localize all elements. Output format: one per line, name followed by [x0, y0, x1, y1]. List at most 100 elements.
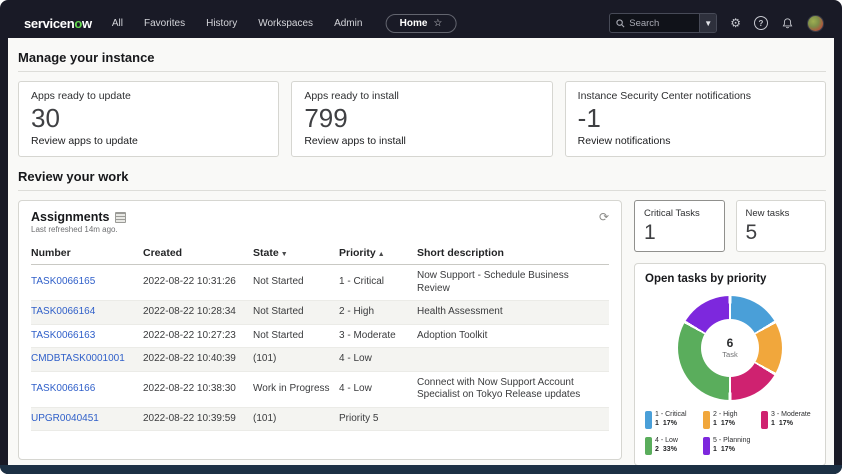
top-nav: servicenow All Favorites History Workspa…	[8, 8, 834, 38]
table-row[interactable]: TASK0066165 2022-08-22 10:31:26 Not Star…	[31, 265, 609, 301]
priority-cell: 3 - Moderate	[339, 329, 396, 341]
section-title-manage-instance: Manage your instance	[18, 48, 826, 72]
short-description-cell: Health Assessment	[417, 306, 503, 317]
refresh-icon[interactable]: ⟳	[599, 211, 609, 223]
column-header-number[interactable]: Number	[31, 243, 143, 264]
sort-desc-icon: ▼	[280, 251, 288, 258]
short-description-cell: Connect with Now Support Account Special…	[417, 376, 581, 401]
settings-gear-icon[interactable]: ⚙	[730, 17, 741, 29]
assignments-card: Assignments ⟳ Last refreshed 14m ago. Nu…	[18, 200, 622, 460]
legend-swatch	[645, 437, 652, 455]
kpi-value: 30	[31, 103, 60, 133]
state-cell: Work in Progress	[253, 382, 330, 394]
logo-text: servicen	[24, 15, 75, 31]
notifications-bell-icon[interactable]	[781, 17, 794, 30]
stat-value: 5	[745, 221, 758, 244]
priority-cell: 2 - High	[339, 306, 375, 317]
section-title-review-work: Review your work	[18, 167, 826, 191]
task-number-link[interactable]: CMDBTASK0001001	[31, 348, 143, 371]
legend-swatch	[703, 411, 710, 429]
created-cell: 2022-08-22 10:38:30	[143, 382, 236, 394]
star-icon[interactable]: ☆	[433, 18, 442, 29]
state-cell: Not Started	[253, 276, 304, 288]
created-cell: 2022-08-22 10:31:26	[143, 276, 236, 288]
donut-center-label: Task	[722, 350, 738, 360]
kpi-label: Instance Security Center notifications	[577, 90, 751, 102]
chart-title: Open tasks by priority	[645, 273, 767, 285]
legend-swatch	[645, 411, 652, 429]
column-header-created[interactable]: Created	[143, 243, 253, 264]
column-header-priority[interactable]: Priority ▲	[339, 243, 417, 264]
stat-label: Critical Tasks	[644, 208, 700, 219]
legend-item-high[interactable]: 2 - High 1 17%	[703, 410, 757, 429]
kpi-label: Apps ready to install	[304, 90, 399, 102]
kpi-label: Apps ready to update	[31, 90, 131, 102]
state-cell: (101)	[253, 353, 277, 364]
kpi-card-security-notifications[interactable]: Instance Security Center notifications -…	[564, 81, 826, 157]
nav-item-history[interactable]: History	[206, 18, 237, 29]
stat-card-critical-tasks[interactable]: Critical Tasks 1	[634, 200, 725, 252]
task-number-link[interactable]: TASK0066163	[31, 325, 143, 348]
table-row[interactable]: CMDBTASK0001001 2022-08-22 10:40:39 (101…	[31, 348, 609, 372]
priority-cell: 4 - Low	[339, 353, 372, 364]
priority-cell: 1 - Critical	[339, 276, 385, 288]
task-number-link[interactable]: UPGR0040451	[31, 408, 143, 431]
kpi-link-review-apps-update[interactable]: Review apps to update	[31, 135, 266, 147]
legend-item-planning[interactable]: 5 - Planning 1 17%	[703, 436, 757, 455]
stat-label: New tasks	[745, 208, 790, 219]
last-refreshed-text: Last refreshed 14m ago.	[31, 225, 118, 234]
window-frame: servicenow All Favorites History Workspa…	[0, 0, 842, 474]
search-input[interactable]: Search ▼	[609, 13, 718, 33]
task-number-link[interactable]: TASK0066165	[31, 271, 143, 294]
manage-instance-cards: Apps ready to update 30 Review apps to u…	[18, 81, 826, 157]
legend-item-low[interactable]: 4 - Low 2 33%	[645, 436, 699, 455]
column-header-state[interactable]: State ▼	[253, 243, 339, 264]
kpi-value: -1	[577, 103, 601, 133]
nav-item-admin[interactable]: Admin	[334, 18, 362, 29]
column-header-short-description[interactable]: Short description	[417, 243, 609, 264]
user-avatar[interactable]	[807, 14, 824, 32]
kpi-link-review-apps-install[interactable]: Review apps to install	[304, 135, 539, 147]
home-button[interactable]: Home ☆	[385, 13, 457, 33]
created-cell: 2022-08-22 10:28:34	[143, 306, 236, 317]
kpi-value: 799	[304, 103, 348, 133]
task-number-link[interactable]: TASK0066166	[31, 378, 143, 401]
created-cell: 2022-08-22 10:39:59	[143, 412, 236, 424]
nav-item-workspaces[interactable]: Workspaces	[258, 18, 313, 29]
table-row[interactable]: TASK0066166 2022-08-22 10:38:30 Work in …	[31, 372, 609, 408]
search-placeholder: Search	[629, 17, 660, 29]
legend-item-moderate[interactable]: 3 - Moderate 1 17%	[761, 410, 815, 429]
nav-item-favorites[interactable]: Favorites	[144, 18, 185, 29]
bottom-frame-strip	[0, 465, 842, 474]
nav-item-all[interactable]: All	[112, 18, 123, 29]
help-icon[interactable]: ?	[754, 16, 768, 30]
kpi-card-apps-install[interactable]: Apps ready to install 799 Review apps to…	[291, 81, 553, 157]
legend-item-critical[interactable]: 1 - Critical 1 17%	[645, 410, 699, 429]
priority-cell: Priority 5	[339, 412, 379, 424]
short-description-cell	[417, 354, 609, 364]
logo-accent-letter: o	[74, 15, 83, 31]
servicenow-logo[interactable]: servicenow	[24, 16, 92, 31]
open-tasks-priority-card: Open tasks by priority 6 Task 1 - Critic…	[634, 263, 826, 465]
state-cell: Not Started	[253, 329, 304, 341]
search-scope-dropdown[interactable]: ▼	[699, 14, 717, 32]
state-cell: Not Started	[253, 306, 304, 317]
nav-right-controls: Search ▼ ⚙ ?	[609, 13, 824, 33]
legend-swatch	[761, 411, 768, 429]
assignments-table: Number Created State ▼ Priority ▲ Short de…	[31, 243, 609, 431]
legend-swatch	[703, 437, 710, 455]
kpi-link-review-notifications[interactable]: Review notifications	[578, 135, 813, 147]
task-number-link[interactable]: TASK0066164	[31, 301, 143, 324]
table-header-row: Number Created State ▼ Priority ▲ Short de…	[31, 243, 609, 265]
dashboard-content: Manage your instance Apps ready to updat…	[8, 38, 834, 465]
table-row[interactable]: TASK0066164 2022-08-22 10:28:34 Not Star…	[31, 301, 609, 325]
table-row[interactable]: UPGR0040451 2022-08-22 10:39:59 (101) Pr…	[31, 407, 609, 431]
search-icon	[616, 18, 625, 27]
stat-card-new-tasks[interactable]: New tasks 5	[735, 200, 826, 252]
sort-asc-icon: ▲	[377, 251, 385, 258]
right-column: Critical Tasks 1 New tasks 5 Open tasks …	[634, 200, 826, 465]
donut-center: 6 Task	[701, 319, 759, 377]
kpi-card-apps-update[interactable]: Apps ready to update 30 Review apps to u…	[18, 81, 280, 157]
table-row[interactable]: TASK0066163 2022-08-22 10:27:23 Not Star…	[31, 325, 609, 348]
short-description-cell: Adoption Toolkit	[417, 329, 488, 341]
